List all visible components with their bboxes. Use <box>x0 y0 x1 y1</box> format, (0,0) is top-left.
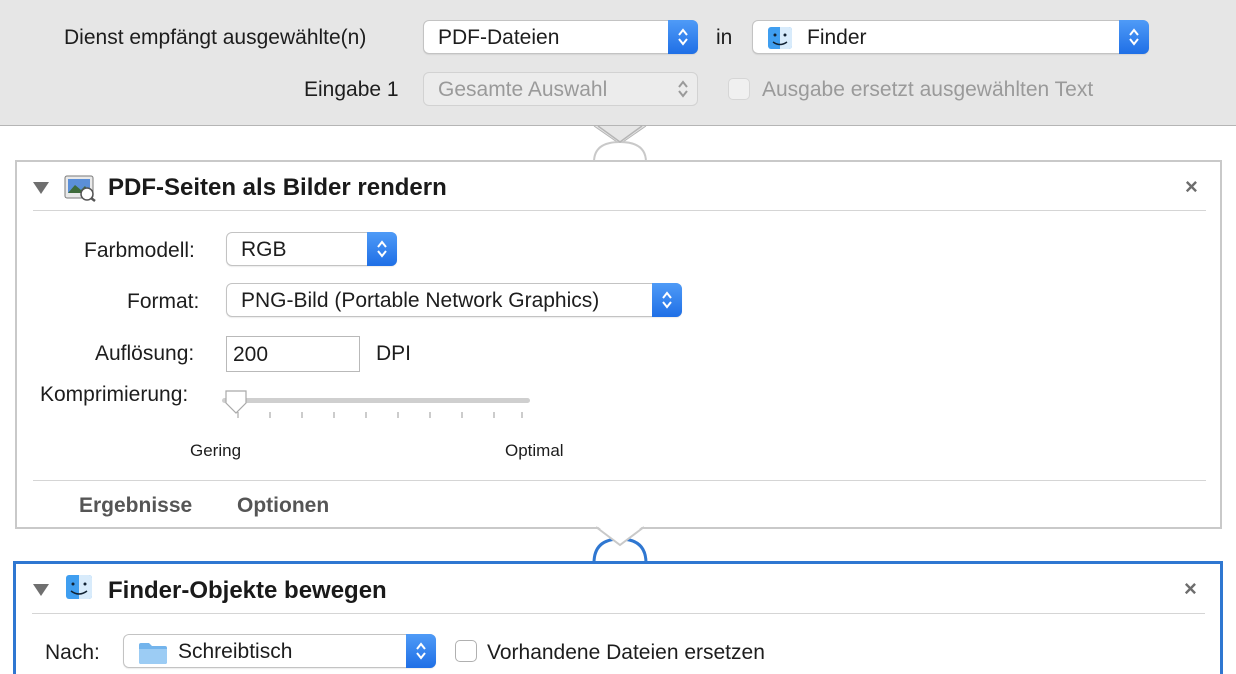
format-popup[interactable]: PNG-Bild (Portable Network Graphics) <box>226 283 682 317</box>
preview-icon <box>63 172 97 202</box>
resolution-field[interactable]: 200 <box>226 336 360 372</box>
disclosure-triangle-icon[interactable] <box>33 182 49 194</box>
finder-icon <box>65 574 93 600</box>
close-icon[interactable]: × <box>1185 174 1198 200</box>
flow-connector <box>592 525 648 564</box>
divider <box>33 480 1206 481</box>
compression-max-label: Optimal <box>505 441 564 460</box>
replace-text-label: Ausgabe ersetzt ausgewählten Text <box>762 78 1094 101</box>
resolution-unit: DPI <box>376 342 412 365</box>
divider <box>33 210 1206 211</box>
action-move-finder-items: Finder-Objekte bewegen × Nach: Schreibti… <box>13 561 1223 674</box>
resolution-value: 200 <box>233 343 269 366</box>
popup-stepper-icon <box>652 283 682 317</box>
replace-existing-checkbox[interactable] <box>455 640 477 662</box>
tab-results[interactable]: Ergebnisse <box>79 494 192 518</box>
flow-connector <box>593 125 647 163</box>
color-model-popup[interactable]: RGB <box>226 232 397 266</box>
service-receives-label: Dienst empfängt ausgewählte(n) <box>64 26 367 49</box>
divider <box>32 613 1205 614</box>
color-model-label: Farbmodell: <box>84 239 195 262</box>
format-value: PNG-Bild (Portable Network Graphics) <box>241 289 600 312</box>
folder-icon <box>138 641 168 665</box>
replace-text-checkbox[interactable] <box>728 78 750 100</box>
slider-ticks <box>237 412 523 418</box>
compression-min-label: Gering <box>190 441 242 460</box>
application-popup[interactable]: Finder <box>752 20 1149 54</box>
tab-options[interactable]: Optionen <box>237 494 329 518</box>
slider-knob[interactable] <box>224 389 248 415</box>
resolution-label: Auflösung: <box>95 342 195 365</box>
destination-value: Schreibtisch <box>178 640 293 663</box>
compression-slider[interactable] <box>222 386 530 422</box>
input-type-value: PDF-Dateien <box>438 26 560 49</box>
action-title: Finder-Objekte bewegen <box>108 577 387 604</box>
application-value: Finder <box>807 26 867 49</box>
slider-track <box>222 398 530 403</box>
format-label: Format: <box>127 290 200 313</box>
input-type-popup[interactable]: PDF-Dateien <box>423 20 698 54</box>
destination-label: Nach: <box>45 641 100 664</box>
service-header: Dienst empfängt ausgewählte(n) PDF-Datei… <box>0 0 1236 126</box>
popup-stepper-icon <box>406 634 436 668</box>
replace-existing-label: Vorhandene Dateien ersetzen <box>487 641 765 664</box>
popup-stepper-icon <box>367 232 397 266</box>
disclosure-triangle-icon[interactable] <box>33 584 49 596</box>
action-title: PDF-Seiten als Bilder rendern <box>108 174 447 201</box>
input-scope-value: Gesamte Auswahl <box>438 78 608 101</box>
action-render-pdf: PDF-Seiten als Bilder rendern × Farbmode… <box>15 160 1222 529</box>
compression-label: Komprimierung: <box>40 383 189 406</box>
input-scope-popup[interactable]: Gesamte Auswahl <box>423 72 698 106</box>
destination-popup[interactable]: Schreibtisch <box>123 634 436 668</box>
in-label: in <box>716 26 733 49</box>
color-model-value: RGB <box>241 238 287 261</box>
popup-stepper-icon <box>668 20 698 54</box>
finder-icon <box>767 26 793 50</box>
popup-stepper-icon <box>668 72 698 106</box>
popup-stepper-icon <box>1119 20 1149 54</box>
input-label: Eingabe 1 <box>304 78 399 101</box>
close-icon[interactable]: × <box>1184 576 1197 602</box>
